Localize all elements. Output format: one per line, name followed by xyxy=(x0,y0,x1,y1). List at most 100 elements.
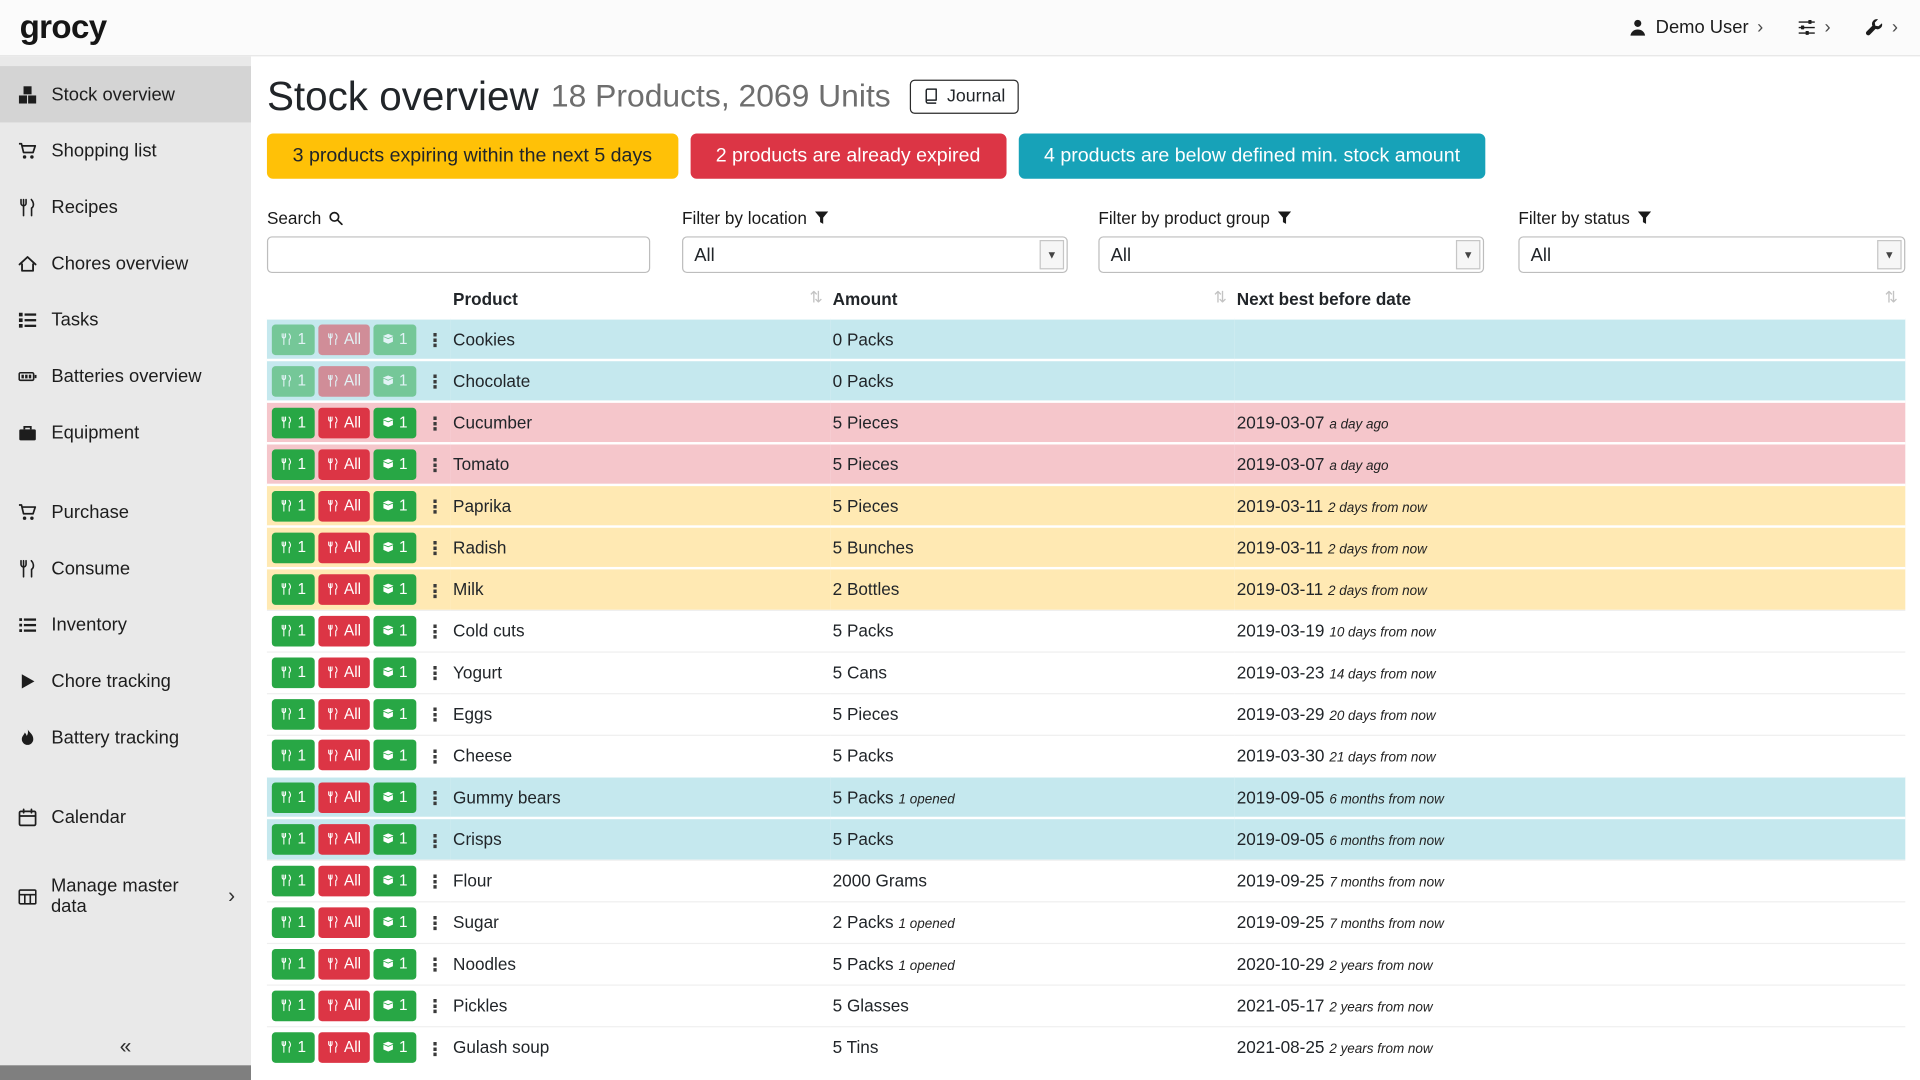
consume-all-button[interactable]: All xyxy=(318,990,369,1021)
consume-one-button[interactable]: 1 xyxy=(272,824,315,855)
row-menu-button[interactable]: ⋮ xyxy=(426,580,444,602)
open-one-button[interactable]: 1 xyxy=(373,740,416,771)
location-select[interactable]: All ▼ xyxy=(682,236,1068,273)
consume-one-button[interactable]: 1 xyxy=(272,366,315,397)
consume-all-button[interactable]: All xyxy=(318,657,369,688)
consume-one-button[interactable]: 1 xyxy=(272,490,315,521)
open-one-button[interactable]: 1 xyxy=(373,657,416,688)
sidebar-collapse-button[interactable]: « xyxy=(0,1031,251,1063)
consume-all-button[interactable]: All xyxy=(318,824,369,855)
open-one-button[interactable]: 1 xyxy=(373,865,416,896)
open-one-button[interactable]: 1 xyxy=(373,782,416,813)
open-one-button[interactable]: 1 xyxy=(373,366,416,397)
consume-one-button[interactable]: 1 xyxy=(272,740,315,771)
user-menu[interactable]: Demo User › xyxy=(1629,17,1764,38)
row-menu-button[interactable]: ⋮ xyxy=(426,330,444,352)
row-menu-button[interactable]: ⋮ xyxy=(426,871,444,893)
sort-icon[interactable]: ⇅ xyxy=(810,288,823,308)
consume-all-button[interactable]: All xyxy=(318,948,369,979)
app-logo[interactable]: grocy xyxy=(20,9,107,47)
consume-all-button[interactable]: All xyxy=(318,366,369,397)
consume-one-button[interactable]: 1 xyxy=(272,449,315,480)
product-column-header[interactable]: Product ⇅ xyxy=(451,285,831,318)
consume-all-button[interactable]: All xyxy=(318,490,369,521)
consume-one-button[interactable]: 1 xyxy=(272,324,315,355)
sidebar-item-calendar[interactable]: Calendar xyxy=(0,789,251,845)
row-menu-button[interactable]: ⋮ xyxy=(426,663,444,685)
consume-all-button[interactable]: All xyxy=(318,1032,369,1063)
open-one-button[interactable]: 1 xyxy=(373,615,416,646)
open-one-button[interactable]: 1 xyxy=(373,490,416,521)
row-menu-button[interactable]: ⋮ xyxy=(426,413,444,435)
admin-tools-menu[interactable]: › xyxy=(1865,17,1898,38)
row-menu-button[interactable]: ⋮ xyxy=(426,455,444,477)
row-menu-button[interactable]: ⋮ xyxy=(426,830,444,852)
row-menu-button[interactable]: ⋮ xyxy=(426,621,444,643)
open-one-button[interactable]: 1 xyxy=(373,907,416,938)
sidebar-item-batteries-overview[interactable]: Batteries overview xyxy=(0,348,251,404)
open-one-button[interactable]: 1 xyxy=(373,324,416,355)
consume-one-button[interactable]: 1 xyxy=(272,865,315,896)
sidebar-item-chore-tracking[interactable]: Chore tracking xyxy=(0,653,251,709)
row-menu-button[interactable]: ⋮ xyxy=(426,1038,444,1060)
consume-all-button[interactable]: All xyxy=(318,407,369,438)
consume-one-button[interactable]: 1 xyxy=(272,407,315,438)
consume-one-button[interactable]: 1 xyxy=(272,1032,315,1063)
consume-one-button[interactable]: 1 xyxy=(272,532,315,563)
consume-one-button[interactable]: 1 xyxy=(272,657,315,688)
summary-badge-below-min[interactable]: 4 products are below defined min. stock … xyxy=(1018,133,1485,178)
consume-one-button[interactable]: 1 xyxy=(272,615,315,646)
journal-button[interactable]: Journal xyxy=(910,79,1018,113)
consume-all-button[interactable]: All xyxy=(318,532,369,563)
row-menu-button[interactable]: ⋮ xyxy=(426,954,444,976)
consume-one-button[interactable]: 1 xyxy=(272,948,315,979)
open-one-button[interactable]: 1 xyxy=(373,824,416,855)
sidebar-item-inventory[interactable]: Inventory xyxy=(0,596,251,652)
open-one-button[interactable]: 1 xyxy=(373,990,416,1021)
consume-all-button[interactable]: All xyxy=(318,449,369,480)
summary-badge-expiring[interactable]: 3 products expiring within the next 5 da… xyxy=(267,133,678,178)
sort-icon[interactable]: ⇅ xyxy=(1885,288,1898,308)
consume-all-button[interactable]: All xyxy=(318,740,369,771)
consume-all-button[interactable]: All xyxy=(318,907,369,938)
open-one-button[interactable]: 1 xyxy=(373,449,416,480)
row-menu-button[interactable]: ⋮ xyxy=(426,746,444,768)
sidebar-item-battery-tracking[interactable]: Battery tracking xyxy=(0,709,251,765)
search-input[interactable] xyxy=(267,236,650,273)
sidebar-item-tasks[interactable]: Tasks xyxy=(0,291,251,347)
consume-all-button[interactable]: All xyxy=(318,615,369,646)
open-one-button[interactable]: 1 xyxy=(373,1032,416,1063)
consume-all-button[interactable]: All xyxy=(318,324,369,355)
row-menu-button[interactable]: ⋮ xyxy=(426,913,444,935)
consume-all-button[interactable]: All xyxy=(318,865,369,896)
row-menu-button[interactable]: ⋮ xyxy=(426,788,444,810)
consume-one-button[interactable]: 1 xyxy=(272,782,315,813)
product-group-select[interactable]: All ▼ xyxy=(1098,236,1484,273)
consume-one-button[interactable]: 1 xyxy=(272,574,315,605)
row-menu-button[interactable]: ⋮ xyxy=(426,704,444,726)
sidebar-item-purchase[interactable]: Purchase xyxy=(0,484,251,540)
sidebar-item-equipment[interactable]: Equipment xyxy=(0,404,251,460)
row-menu-button[interactable]: ⋮ xyxy=(426,496,444,518)
sidebar-item-consume[interactable]: Consume xyxy=(0,540,251,596)
status-select[interactable]: All ▼ xyxy=(1518,236,1905,273)
row-menu-button[interactable]: ⋮ xyxy=(426,371,444,393)
open-one-button[interactable]: 1 xyxy=(373,699,416,730)
consume-all-button[interactable]: All xyxy=(318,782,369,813)
sidebar-item-manage-master-data[interactable]: Manage master data› xyxy=(0,868,251,924)
consume-all-button[interactable]: All xyxy=(318,574,369,605)
sidebar-item-stock-overview[interactable]: Stock overview xyxy=(0,66,251,122)
sidebar-item-shopping-list[interactable]: Shopping list xyxy=(0,122,251,178)
sidebar-item-recipes[interactable]: Recipes xyxy=(0,179,251,235)
row-menu-button[interactable]: ⋮ xyxy=(426,538,444,560)
consume-one-button[interactable]: 1 xyxy=(272,907,315,938)
consume-all-button[interactable]: All xyxy=(318,699,369,730)
row-menu-button[interactable]: ⋮ xyxy=(426,996,444,1018)
settings-menu[interactable]: › xyxy=(1798,17,1831,38)
open-one-button[interactable]: 1 xyxy=(373,407,416,438)
consume-one-button[interactable]: 1 xyxy=(272,699,315,730)
open-one-button[interactable]: 1 xyxy=(373,948,416,979)
summary-badge-expired[interactable]: 2 products are already expired xyxy=(690,133,1006,178)
open-one-button[interactable]: 1 xyxy=(373,574,416,605)
consume-one-button[interactable]: 1 xyxy=(272,990,315,1021)
